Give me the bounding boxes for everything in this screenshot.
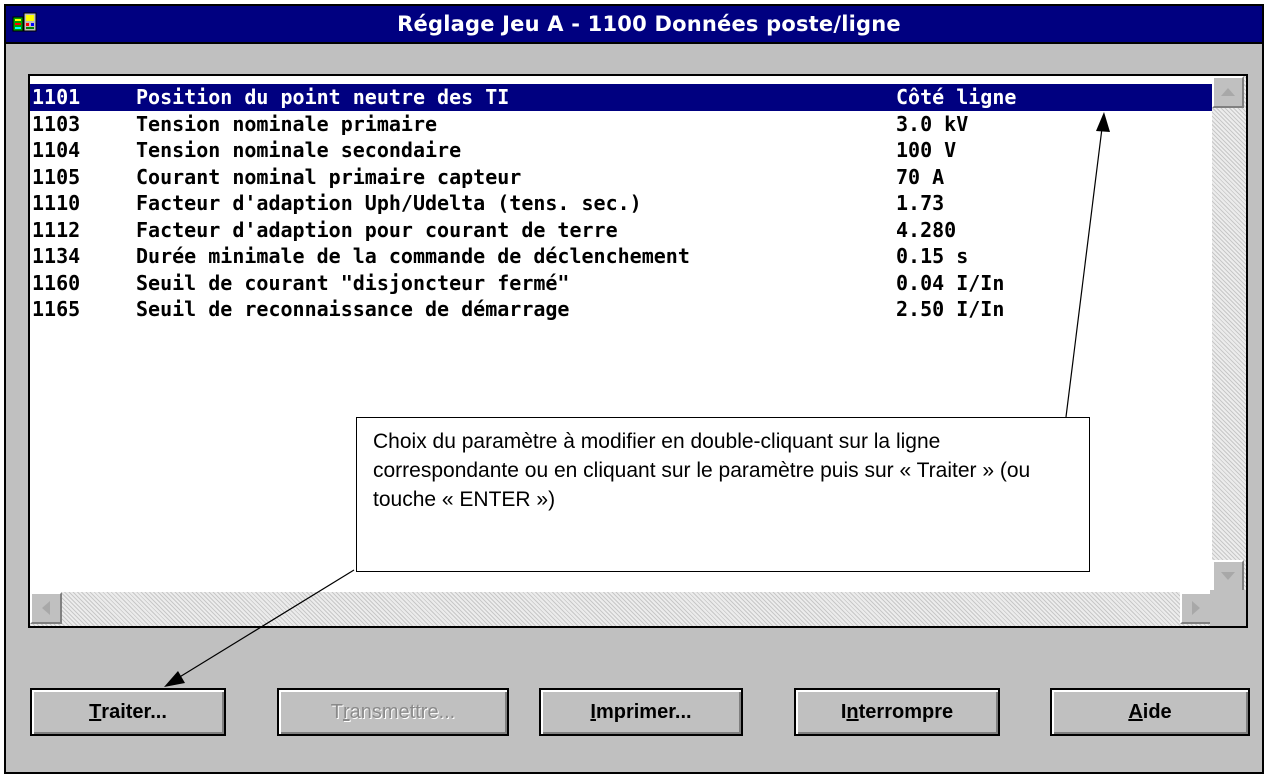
parameter-code: 1101 [32,85,81,109]
dialog-window: Réglage Jeu A - 1100 Données poste/ligne… [4,4,1264,774]
parameter-code: 1165 [32,297,81,321]
parameter-value: 70 A [896,164,945,189]
transmettre-prefix: T [330,700,343,723]
traiter-label: raiter... [101,700,167,723]
parameter-code: 1110 [32,191,81,215]
parameter-label: Durée minimale de la commande de déclenc… [136,244,690,268]
parameter-label: Seuil de reconnaissance de démarrage [136,297,570,321]
parameter-label: Facteur d'adaption Uph/Udelta (tens. sec… [136,191,642,215]
horizontal-scrollbar[interactable] [30,592,1212,626]
transmettre-label: ansmettre... [349,700,456,723]
parameter-value: Côté ligne [896,85,1017,109]
parameter-value: 1.73 [896,191,945,215]
parameter-value: 0.04 I/In [896,270,1005,295]
title-bar[interactable]: Réglage Jeu A - 1100 Données poste/ligne [6,6,1262,44]
list-row[interactable]: 1105 Courant nominal primaire capteur 70 A [30,164,1216,191]
list-row[interactable]: 1160 Seuil de courant "disjoncteur fermé"… [30,270,1216,297]
list-row[interactable]: 1110 Facteur d'adaption Uph/Udelta (tens.… [30,190,1216,217]
parameter-value: 0.15 s [896,244,969,268]
imprimer-label: mprimer... [595,700,692,723]
annotation-callout: Choix du paramètre à modifier en double-… [356,417,1090,572]
app-icon[interactable] [12,11,38,35]
parameter-label: Position du point neutre des TI [136,85,510,109]
arrow-up-icon[interactable] [1212,76,1244,108]
parameter-code: 1112 [32,217,81,242]
aide-button[interactable]: Aide [1050,688,1250,736]
parameter-value: 3.0 kV [896,111,969,136]
parameter-value: 4.280 [896,217,957,242]
parameter-code: 1134 [32,244,81,268]
list-row[interactable]: 1103 Tension nominale primaire 3.0 kV [30,111,1216,138]
traiter-button[interactable]: Traiter... [30,688,226,736]
transmettre-button: Tr ansmettre... [277,688,509,736]
transmettre-mnemonic: r [342,700,350,723]
arrow-left-icon[interactable] [30,592,62,624]
list-row[interactable]: 1104 Tension nominale secondaire 100 V [30,137,1216,164]
parameter-label: Tension nominale secondaire [136,138,462,162]
parameter-label: Tension nominale primaire [136,111,438,136]
window-title: Réglage Jeu A - 1100 Données poste/ligne [397,12,901,36]
traiter-mnemonic: T [89,700,102,723]
imprimer-button[interactable]: Imprimer... [539,688,743,736]
list-row[interactable]: 1165 Seuil de reconnaissance de démarrage… [30,296,1216,323]
aide-mnemonic: A [1128,700,1143,723]
parameter-code: 1104 [32,138,81,162]
parameter-code: 1160 [32,270,81,295]
arrow-down-icon[interactable] [1212,560,1244,592]
parameter-code: 1105 [32,164,81,189]
interrompre-label: terrompre [858,700,954,723]
scrollbar-corner [1210,590,1246,626]
aide-label: ide [1142,700,1172,723]
interrompre-mnemonic: n [846,700,859,723]
parameter-value: 100 V [896,138,957,162]
parameter-rows: 1101 Position du point neutre des TI Côté … [30,84,1216,323]
parameter-label: Facteur d'adaption pour courant de terre [136,217,618,242]
interrompre-button[interactable]: In terrompre [794,688,1000,736]
parameter-value: 2.50 I/In [896,297,1005,321]
arrow-right-icon[interactable] [1180,592,1212,624]
list-row[interactable]: 1101 Position du point neutre des TI Côté … [30,84,1216,111]
vertical-scrollbar[interactable] [1212,76,1246,592]
parameter-label: Seuil de courant "disjoncteur fermé" [136,270,570,295]
parameter-code: 1103 [32,111,81,136]
list-row[interactable]: 1112 Facteur d'adaption pour courant de t… [30,217,1216,244]
parameter-label: Courant nominal primaire capteur [136,164,522,189]
list-row[interactable]: 1134 Durée minimale de la commande de déc… [30,243,1216,270]
